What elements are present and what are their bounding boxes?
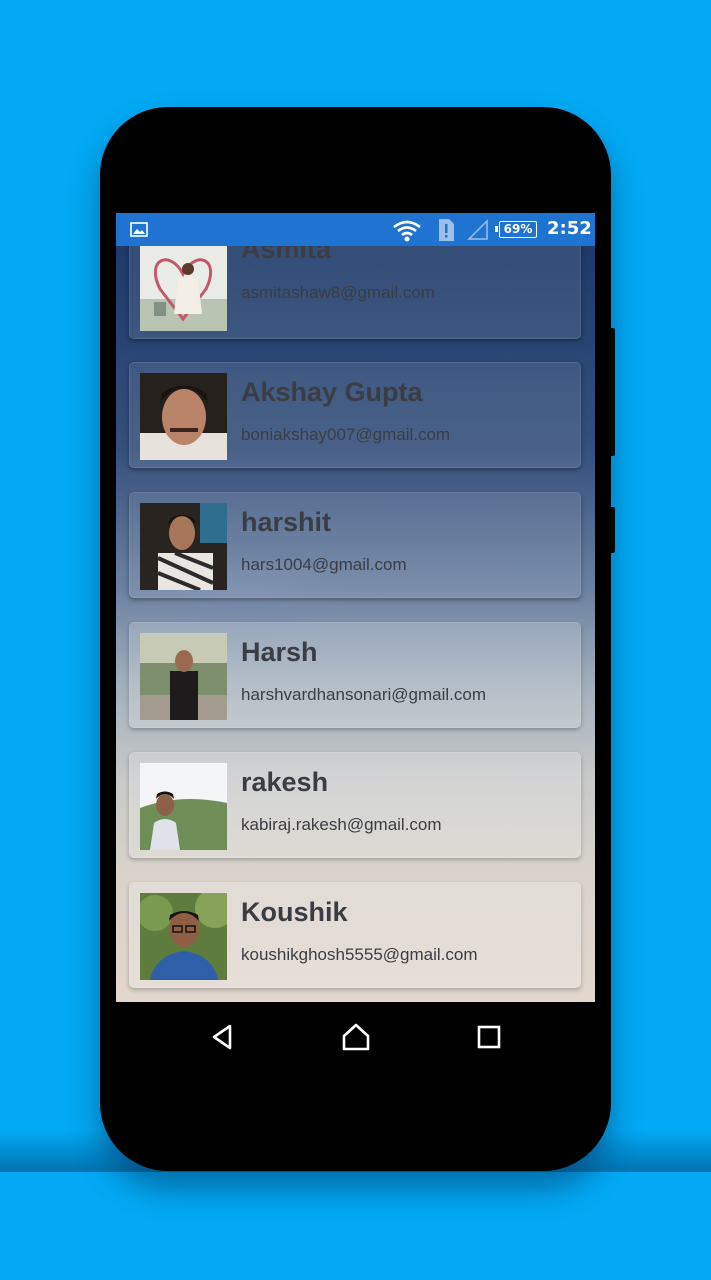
- contact-name: rakesh: [241, 767, 329, 797]
- signal-icon: [467, 219, 488, 240]
- contact-avatar: [140, 503, 227, 590]
- back-triangle-icon[interactable]: [206, 1020, 240, 1054]
- contact-email: hars1004@gmail.com: [241, 555, 407, 574]
- contact-avatar: [140, 373, 227, 460]
- home-icon[interactable]: [339, 1020, 373, 1054]
- contact-name: Akshay Gupta: [241, 377, 423, 407]
- contact-avatar: [140, 244, 227, 331]
- contact-email: harshvardhansonari@gmail.com: [241, 685, 486, 704]
- battery-icon: 69%: [495, 221, 537, 238]
- contact-card[interactable]: Asmita asmitashaw8@gmail.com: [129, 233, 581, 339]
- contact-card[interactable]: Harsh harshvardhansonari@gmail.com: [129, 622, 581, 728]
- contact-avatar: [140, 893, 227, 980]
- contact-email: asmitashaw8@gmail.com: [241, 283, 435, 302]
- gallery-notification-icon: [130, 222, 148, 237]
- contact-avatar: [140, 763, 227, 850]
- contact-card[interactable]: Koushik koushikghosh5555@gmail.com: [129, 882, 581, 988]
- contact-name: Koushik: [241, 897, 348, 927]
- contact-email: boniakshay007@gmail.com: [241, 425, 451, 444]
- contact-card[interactable]: rakesh kabiraj.rakesh@gmail.com: [129, 752, 581, 858]
- status-clock: 2:52: [547, 218, 592, 239]
- contact-name: harshit: [241, 507, 332, 537]
- status-bar: 69% 2:52: [116, 213, 595, 246]
- navigation-bar: [116, 1002, 595, 1072]
- contact-card[interactable]: Akshay Gupta boniakshay007@gmail.com: [129, 362, 581, 468]
- recents-square-icon[interactable]: [472, 1020, 506, 1054]
- contact-email: kabiraj.rakesh@gmail.com: [241, 815, 442, 834]
- contact-name: Harsh: [241, 637, 318, 667]
- sim-alert-icon: [439, 219, 454, 241]
- phone-screen: Asmita asmitashaw8@gmail.com Akshay Gupt…: [116, 213, 595, 1002]
- contact-email: koushikghosh5555@gmail.com: [241, 945, 478, 964]
- contact-list[interactable]: Asmita asmitashaw8@gmail.com Akshay Gupt…: [116, 213, 595, 1002]
- contact-card[interactable]: harshit hars1004@gmail.com: [129, 492, 581, 598]
- wifi-icon: [393, 220, 421, 242]
- contact-avatar: [140, 633, 227, 720]
